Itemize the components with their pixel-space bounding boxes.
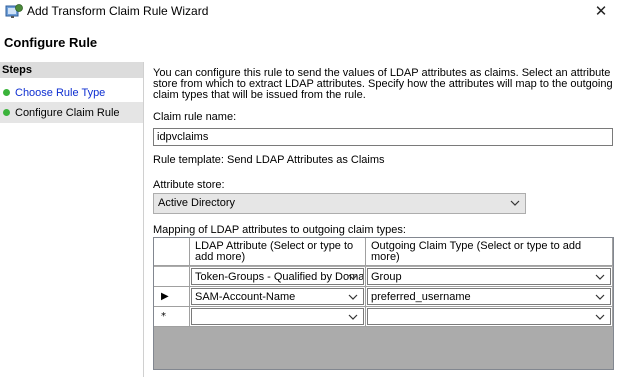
ldap-attribute-select[interactable]: SAM-Account-Name xyxy=(191,288,364,305)
chevron-down-icon xyxy=(510,200,520,206)
attribute-store-value: Active Directory xyxy=(158,197,236,209)
ldap-attribute-select[interactable]: Token-Groups - Qualified by Doma... xyxy=(191,268,364,285)
claim-type-value: preferred_username xyxy=(371,291,471,303)
attribute-store-select[interactable]: Active Directory xyxy=(153,193,526,214)
table-row: Token-Groups - Qualified by Doma... Grou… xyxy=(154,267,613,287)
grid-header: LDAP Attribute (Select or type to add mo… xyxy=(154,238,613,266)
step-label: Configure Claim Rule xyxy=(15,106,120,119)
ldap-attribute-select[interactable] xyxy=(191,308,364,325)
claim-type-cell: Group xyxy=(366,267,613,287)
window-title: Add Transform Claim Rule Wizard xyxy=(27,4,209,18)
chevron-down-icon xyxy=(595,294,605,300)
ldap-attribute-value: SAM-Account-Name xyxy=(195,291,296,303)
close-icon: ✕ xyxy=(594,2,608,20)
status-dot-icon xyxy=(3,89,10,96)
rule-template-text: Rule template: Send LDAP Attributes as C… xyxy=(153,154,385,166)
ldap-attribute-cell: SAM-Account-Name xyxy=(190,287,366,307)
row-header[interactable]: ▶ xyxy=(154,287,190,307)
claim-type-cell: preferred_username xyxy=(366,287,613,307)
rule-description: You can configure this rule to send the … xyxy=(153,67,613,101)
wizard-icon xyxy=(5,4,23,18)
close-button[interactable]: ✕ xyxy=(584,0,618,22)
ldap-attribute-cell: Token-Groups - Qualified by Doma... xyxy=(190,267,366,287)
chevron-down-icon xyxy=(595,314,605,320)
claim-type-value: Group xyxy=(371,271,402,283)
page-title: Configure Rule xyxy=(4,35,98,50)
row-header[interactable]: * xyxy=(154,307,190,327)
title-bar: Add Transform Claim Rule Wizard ✕ xyxy=(0,0,618,24)
mapping-grid[interactable]: LDAP Attribute (Select or type to add mo… xyxy=(153,237,614,370)
claim-type-cell xyxy=(366,307,613,327)
row-header[interactable] xyxy=(154,267,190,287)
table-row-new: * xyxy=(154,307,613,327)
chevron-down-icon xyxy=(348,294,358,300)
column-header-ldap-attribute[interactable]: LDAP Attribute (Select or type to add mo… xyxy=(190,238,366,266)
step-label: Choose Rule Type xyxy=(15,86,106,99)
column-header-claim-type[interactable]: Outgoing Claim Type (Select or type to a… xyxy=(366,238,613,266)
chevron-down-icon xyxy=(595,274,605,280)
step-configure-claim-rule[interactable]: Configure Claim Rule xyxy=(0,102,143,123)
rule-name-input[interactable]: idpvclaims xyxy=(153,128,613,146)
claim-type-select[interactable]: Group xyxy=(367,268,611,285)
attribute-store-label: Attribute store: xyxy=(153,179,225,191)
table-row: ▶ SAM-Account-Name preferred_username xyxy=(154,287,613,307)
chevron-down-icon xyxy=(348,314,358,320)
status-dot-icon xyxy=(3,109,10,116)
mapping-label: Mapping of LDAP attributes to outgoing c… xyxy=(153,224,406,236)
step-choose-rule-type[interactable]: Choose Rule Type xyxy=(0,82,143,103)
ldap-attribute-value: Token-Groups - Qualified by Doma... xyxy=(195,271,364,283)
ldap-attribute-cell xyxy=(190,307,366,327)
claim-type-select[interactable]: preferred_username xyxy=(367,288,611,305)
steps-pane: Steps Choose Rule Type Configure Claim R… xyxy=(0,62,143,377)
rule-name-label: Claim rule name: xyxy=(153,111,237,123)
pane-divider xyxy=(143,62,144,377)
chevron-down-icon xyxy=(348,274,358,280)
claim-type-select[interactable] xyxy=(367,308,611,325)
grid-corner xyxy=(154,238,190,266)
steps-title: Steps xyxy=(0,62,143,78)
